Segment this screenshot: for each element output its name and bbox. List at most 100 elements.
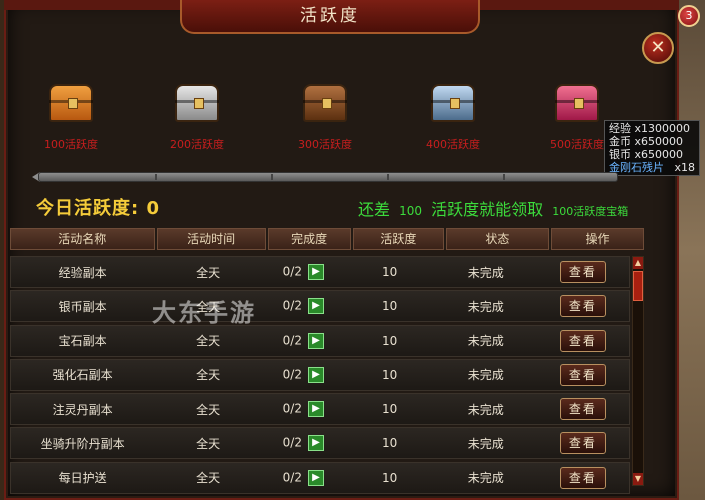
remain-middle: 活跃度就能领取: [431, 200, 544, 219]
chest-300[interactable]: 300活跃度: [280, 84, 370, 152]
activity-time: 全天: [154, 264, 262, 281]
activity-points-text: 10: [382, 299, 398, 314]
chest-label: 300活跃度: [298, 138, 352, 151]
activity-progress: 0/2 ▶: [262, 469, 344, 486]
activity-name: 经验副本: [11, 264, 154, 281]
view-button[interactable]: 查看: [559, 329, 606, 352]
activity-name: 注灵丹副本: [11, 401, 154, 418]
remaining-hint: 还差 100 活跃度就能领取 100活跃度宝箱: [358, 196, 628, 220]
chest-200[interactable]: 200活跃度: [152, 84, 242, 152]
chest-label: 100活跃度: [44, 138, 98, 151]
activity-status: 未完成: [435, 298, 537, 315]
scrollbar[interactable]: ▲ ▼: [632, 256, 644, 486]
go-arrow-icon[interactable]: ▶: [307, 401, 324, 418]
view-button[interactable]: 查看: [559, 261, 606, 283]
activity-status-text: 未完成: [467, 299, 504, 314]
activity-time-text: 全天: [196, 334, 221, 349]
header-status: 状态: [445, 228, 549, 250]
activity-name-text: 银币副本: [58, 299, 107, 314]
activity-status-text: 未完成: [467, 334, 504, 349]
activity-progress: 0/2 ▶: [262, 298, 344, 315]
header-name: 活动名称: [10, 228, 155, 250]
activity-points: 10: [345, 368, 435, 382]
view-button[interactable]: 查看: [559, 398, 606, 421]
chest-icon: [555, 84, 599, 122]
go-arrow-icon[interactable]: ▶: [307, 264, 324, 280]
activity-name: 坐骑升阶丹副本: [11, 435, 154, 452]
activity-name-text: 每日护送: [58, 471, 107, 486]
tooltip-line: 经验 x1300000: [609, 122, 690, 135]
activity-status-text: 未完成: [467, 265, 504, 280]
tooltip-line: 金币 x650000: [609, 135, 683, 148]
today-value: 0: [146, 198, 161, 219]
go-arrow-icon[interactable]: ▶: [307, 435, 324, 452]
activity-name-text: 注灵丹副本: [52, 402, 113, 417]
scroll-up-button[interactable]: ▲: [633, 257, 643, 269]
activity-progress: 0/2 ▶: [262, 401, 344, 418]
notification-badge: 3: [678, 5, 700, 27]
go-arrow-icon[interactable]: ▶: [307, 469, 324, 486]
activity-time: 全天: [154, 332, 262, 349]
go-arrow-icon[interactable]: ▶: [307, 366, 324, 383]
activity-progress-text: 0/2: [282, 435, 302, 450]
scroll-thumb[interactable]: [633, 271, 643, 301]
chest-label: 200活跃度: [170, 138, 224, 151]
activity-status: 未完成: [435, 469, 537, 486]
watermark-text: 大东手游: [152, 299, 256, 327]
activity-progress-text: 0/2: [282, 264, 302, 279]
table-row: 银币副本 全天 0/2 ▶ 10 未完成 查看: [10, 290, 630, 323]
chest-100[interactable]: 100活跃度: [26, 84, 116, 152]
activity-name-text: 宝石副本: [58, 334, 107, 349]
activity-status-text: 未完成: [467, 471, 504, 486]
header-action: 操作: [550, 228, 645, 250]
header-points: 活跃度: [352, 228, 444, 250]
activity-action: 查看: [537, 363, 629, 386]
remain-reward: 100活跃度宝箱: [552, 205, 629, 218]
table-row: 每日护送 全天 0/2 ▶ 10 未完成 查看: [10, 461, 630, 494]
activity-points-text: 10: [382, 367, 398, 382]
view-button[interactable]: 查看: [559, 466, 606, 489]
activity-points: 10: [345, 334, 435, 348]
activity-status: 未完成: [435, 435, 537, 452]
view-button[interactable]: 查看: [559, 363, 606, 386]
remain-amount: 100: [399, 204, 423, 218]
activity-progress-bar: [38, 172, 618, 182]
activity-status: 未完成: [435, 264, 537, 281]
activity-name: 宝石副本: [11, 332, 154, 349]
close-button[interactable]: ✕: [642, 32, 674, 64]
activity-name-text: 强化石副本: [52, 368, 113, 383]
table-row: 宝石副本 全天 0/2 ▶ 10 未完成 查看: [10, 324, 630, 357]
activity-time: 全天: [154, 401, 262, 418]
activity-points-text: 10: [382, 265, 398, 279]
activity-status: 未完成: [435, 366, 537, 383]
activity-action: 查看: [537, 398, 629, 421]
activity-time-text: 全天: [196, 436, 221, 451]
table-row: 注灵丹副本 全天 0/2 ▶ 10 未完成 查看: [10, 393, 630, 426]
go-arrow-icon[interactable]: ▶: [307, 332, 324, 349]
activity-time-text: 全天: [196, 368, 221, 383]
activity-action: 查看: [537, 295, 629, 318]
activity-progress-text: 0/2: [282, 333, 302, 348]
activity-name: 银币副本: [11, 298, 154, 315]
activity-status: 未完成: [435, 332, 537, 349]
table-row: 经验副本 全天 0/2 ▶ 10 未完成 查看: [10, 256, 630, 288]
scroll-down-button[interactable]: ▼: [633, 473, 643, 485]
activity-points: 10: [345, 436, 435, 450]
activity-name: 强化石副本: [11, 366, 154, 383]
table-header: 活动名称 活动时间 完成度 活跃度 状态 操作: [10, 228, 645, 252]
activity-progress: 0/2 ▶: [262, 435, 344, 452]
view-button[interactable]: 查看: [559, 295, 606, 318]
chest-400[interactable]: 400活跃度: [408, 84, 498, 152]
tooltip-line: 银币 x650000: [609, 148, 683, 161]
view-button[interactable]: 查看: [559, 432, 606, 455]
activity-progress: 0/2 ▶: [262, 366, 344, 383]
activity-points-text: 10: [382, 402, 398, 417]
reward-tooltip: 经验 x1300000 金币 x650000 银币 x650000 金刚石残片 …: [604, 120, 700, 176]
activity-progress: 0/2 ▶: [262, 332, 344, 349]
remain-prefix: 还差: [358, 200, 391, 219]
chest-icon: [175, 84, 219, 122]
activity-name-text: 经验副本: [58, 265, 107, 280]
chest-icon: [49, 84, 93, 122]
progress-tick: [271, 174, 273, 180]
go-arrow-icon[interactable]: ▶: [307, 298, 324, 315]
